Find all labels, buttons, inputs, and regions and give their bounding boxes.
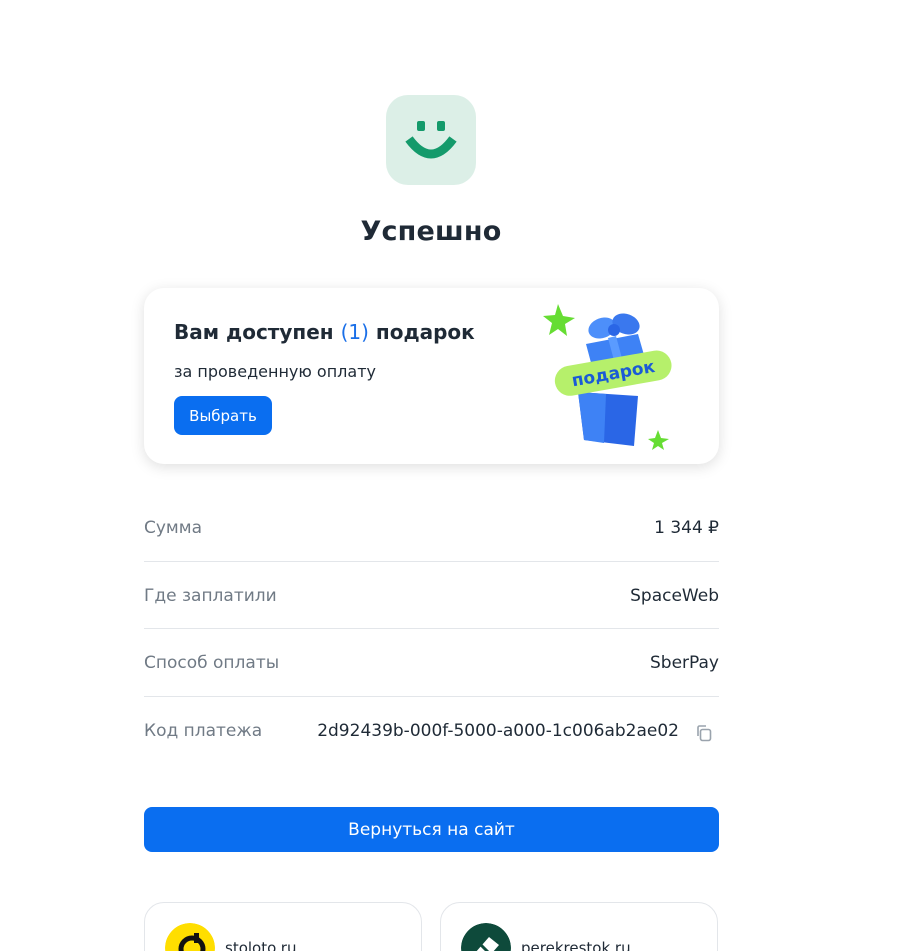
code-label: Код платежа bbox=[144, 720, 263, 741]
partner-name: stoloto.ru bbox=[225, 939, 297, 951]
partner-card-perekrestok[interactable]: perekrestok.ru bbox=[440, 902, 718, 951]
detail-row-code: Код платежа 2d92439b-000f-5000-a000-1c00… bbox=[144, 697, 719, 765]
return-to-site-button[interactable]: Вернуться на сайт bbox=[144, 807, 719, 852]
gift-subtitle: за проведенную оплату bbox=[174, 362, 376, 381]
star-icon bbox=[648, 430, 669, 450]
star-icon bbox=[543, 304, 575, 336]
gift-box-icon: подарок bbox=[543, 304, 672, 450]
detail-row-merchant: Где заплатили SpaceWeb bbox=[144, 562, 719, 629]
gift-card[interactable]: Вам доступен (1) подарок за проведенную … bbox=[144, 288, 719, 464]
smile-icon bbox=[405, 121, 457, 159]
perekrestok-logo-icon bbox=[461, 923, 511, 951]
method-value: SberPay bbox=[650, 653, 719, 673]
page-title: Успешно bbox=[360, 216, 502, 247]
merchant-value: SpaceWeb bbox=[630, 585, 719, 606]
method-label: Способ оплаты bbox=[144, 653, 280, 673]
sum-label: Сумма bbox=[144, 518, 202, 538]
sum-value: 1 344 ₽ bbox=[654, 518, 719, 538]
success-logo bbox=[386, 95, 476, 185]
detail-row-method: Способ оплаты SberPay bbox=[144, 629, 719, 697]
partner-card-stoloto[interactable]: stoloto.ru bbox=[144, 902, 422, 951]
detail-row-sum: Сумма 1 344 ₽ bbox=[144, 494, 719, 562]
stoloto-logo-icon bbox=[165, 923, 215, 951]
merchant-label: Где заплатили bbox=[144, 585, 277, 606]
gift-title: Вам доступен (1) подарок bbox=[174, 320, 475, 344]
partner-name: perekrestok.ru bbox=[521, 939, 631, 951]
gift-count: (1) bbox=[340, 320, 369, 344]
copy-icon[interactable] bbox=[695, 724, 713, 742]
choose-gift-button[interactable]: Выбрать bbox=[174, 396, 272, 435]
code-value: 2d92439b-000f-5000-a000-1c006ab2ae02 bbox=[317, 720, 679, 741]
payment-details: Сумма 1 344 ₽ Где заплатили SpaceWeb Спо… bbox=[144, 494, 719, 764]
